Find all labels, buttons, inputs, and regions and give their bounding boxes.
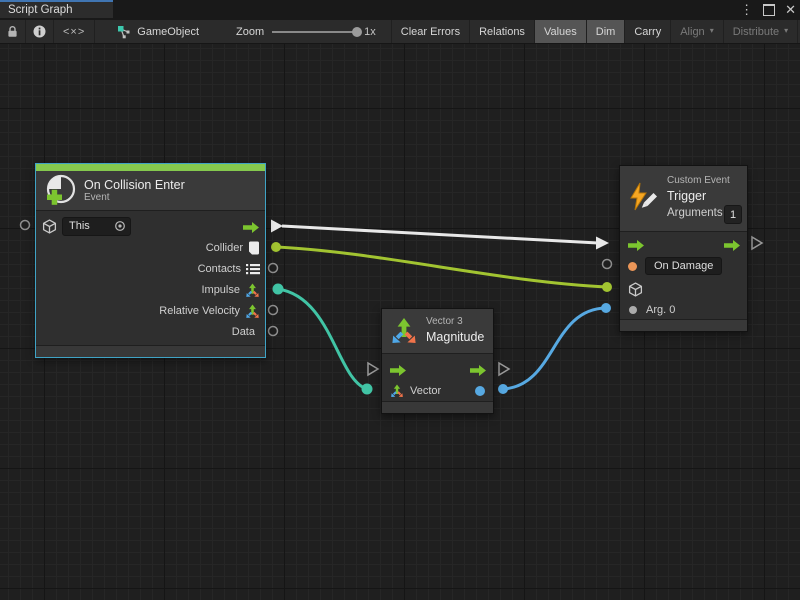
relations-label: Relations bbox=[479, 26, 525, 38]
arguments-value: 1 bbox=[730, 209, 736, 221]
node-header[interactable]: Vector 3 Magnitude bbox=[382, 309, 493, 354]
carry-toggle[interactable]: Carry bbox=[625, 20, 671, 43]
node-vector3-magnitude[interactable]: Vector 3 Magnitude Vector bbox=[381, 308, 494, 414]
port-label: Collider bbox=[206, 242, 243, 254]
vector3-icon bbox=[245, 283, 260, 298]
lock-button[interactable] bbox=[0, 20, 26, 43]
values-toggle[interactable]: Values bbox=[535, 20, 587, 43]
flow-output-arrow[interactable] bbox=[470, 365, 487, 376]
magnitude-output-dot[interactable] bbox=[475, 386, 485, 396]
port-label: Impulse bbox=[201, 284, 240, 296]
info-icon bbox=[33, 25, 46, 38]
arguments-count-field[interactable]: 1 bbox=[724, 205, 742, 224]
close-icon[interactable]: ✕ bbox=[785, 0, 796, 20]
arg0-label: Arg. 0 bbox=[646, 304, 675, 316]
clear-errors-button[interactable]: Clear Errors bbox=[391, 20, 470, 43]
graph-object-button[interactable]: GameObject bbox=[95, 20, 208, 43]
node-footer bbox=[36, 345, 265, 357]
chevron-down-icon: ▾ bbox=[784, 26, 788, 35]
dim-toggle[interactable]: Dim bbox=[587, 20, 626, 43]
node-header[interactable]: On Collision Enter Event bbox=[36, 171, 265, 211]
align-dropdown[interactable]: Align ▾ bbox=[671, 20, 723, 43]
event-name-value: On Damage bbox=[654, 260, 713, 272]
code-icon: <×> bbox=[63, 26, 85, 38]
this-value: This bbox=[69, 220, 90, 232]
port-label: Contacts bbox=[198, 263, 241, 275]
collider-icon bbox=[248, 241, 260, 255]
vector3-icon bbox=[245, 304, 260, 319]
maximize-icon[interactable] bbox=[763, 4, 775, 16]
port-label: Relative Velocity bbox=[159, 305, 240, 317]
zoom-control: Zoom 1x bbox=[208, 20, 385, 43]
edit-graph-button[interactable]: <×> bbox=[54, 20, 95, 43]
event-accent-bar bbox=[36, 164, 265, 171]
vector3-icon[interactable] bbox=[390, 384, 404, 398]
arg0-port[interactable] bbox=[629, 306, 637, 314]
vector-input-label: Vector bbox=[410, 385, 441, 397]
contacts-list-icon bbox=[246, 263, 260, 275]
node-footer bbox=[382, 401, 493, 413]
flow-output-arrow[interactable] bbox=[243, 222, 260, 233]
event-name-port[interactable] bbox=[628, 262, 637, 271]
event-name-field[interactable]: On Damage bbox=[645, 257, 722, 275]
on-collision-enter-icon bbox=[43, 174, 77, 208]
zoom-slider-handle[interactable] bbox=[352, 27, 362, 37]
window-controls: ⋮ ✕ bbox=[740, 0, 796, 20]
target-picker-icon[interactable] bbox=[114, 220, 126, 232]
distribute-dropdown[interactable]: Distribute ▾ bbox=[724, 20, 798, 43]
carry-label: Carry bbox=[634, 26, 661, 38]
node-on-collision-enter[interactable]: On Collision Enter Event This Collider C… bbox=[35, 163, 266, 358]
node-title: Trigger bbox=[667, 189, 730, 203]
port-label: Data bbox=[232, 326, 255, 338]
node-category: Custom Event bbox=[667, 175, 730, 186]
custom-event-icon bbox=[628, 182, 658, 212]
lock-icon bbox=[7, 25, 18, 38]
zoom-label: Zoom bbox=[236, 26, 264, 38]
tab-bar: Script Graph ⋮ ✕ bbox=[0, 0, 800, 20]
this-target-field[interactable]: This bbox=[62, 217, 131, 236]
gameobject-cube-icon[interactable] bbox=[628, 282, 643, 297]
gameobject-label: GameObject bbox=[137, 26, 199, 38]
graph-toolbar: <×> GameObject Zoom 1x Clear Errors Rela… bbox=[0, 20, 800, 44]
zoom-value: 1x bbox=[364, 26, 376, 38]
vector3-icon bbox=[390, 317, 418, 345]
align-label: Align bbox=[680, 26, 704, 38]
node-category: Vector 3 bbox=[426, 316, 484, 327]
tab-script-graph[interactable]: Script Graph bbox=[0, 0, 113, 18]
relations-button[interactable]: Relations bbox=[470, 20, 535, 43]
tab-title: Script Graph bbox=[8, 4, 73, 16]
distribute-label: Distribute bbox=[733, 26, 779, 38]
gameobject-cube-icon bbox=[42, 219, 57, 234]
node-header[interactable]: Custom Event Trigger Arguments 1 bbox=[620, 166, 747, 232]
flow-output-arrow[interactable] bbox=[724, 240, 741, 251]
node-title: On Collision Enter bbox=[84, 178, 185, 192]
node-title: Magnitude bbox=[426, 330, 484, 344]
flow-input-arrow[interactable] bbox=[390, 365, 407, 376]
arguments-label: Arguments bbox=[667, 207, 730, 219]
more-menu-icon[interactable]: ⋮ bbox=[740, 0, 753, 20]
clear-errors-label: Clear Errors bbox=[401, 26, 460, 38]
node-footer bbox=[620, 319, 747, 331]
dim-label: Dim bbox=[596, 26, 616, 38]
info-button[interactable] bbox=[26, 20, 54, 43]
zoom-slider[interactable] bbox=[272, 31, 360, 33]
node-trigger-custom-event[interactable]: Custom Event Trigger Arguments 1 On Dama… bbox=[619, 165, 748, 332]
gameobject-graph-icon bbox=[117, 25, 131, 39]
node-subtitle: Event bbox=[84, 192, 185, 203]
values-label: Values bbox=[544, 26, 577, 38]
flow-input-arrow[interactable] bbox=[628, 240, 645, 251]
chevron-down-icon: ▾ bbox=[710, 26, 714, 35]
